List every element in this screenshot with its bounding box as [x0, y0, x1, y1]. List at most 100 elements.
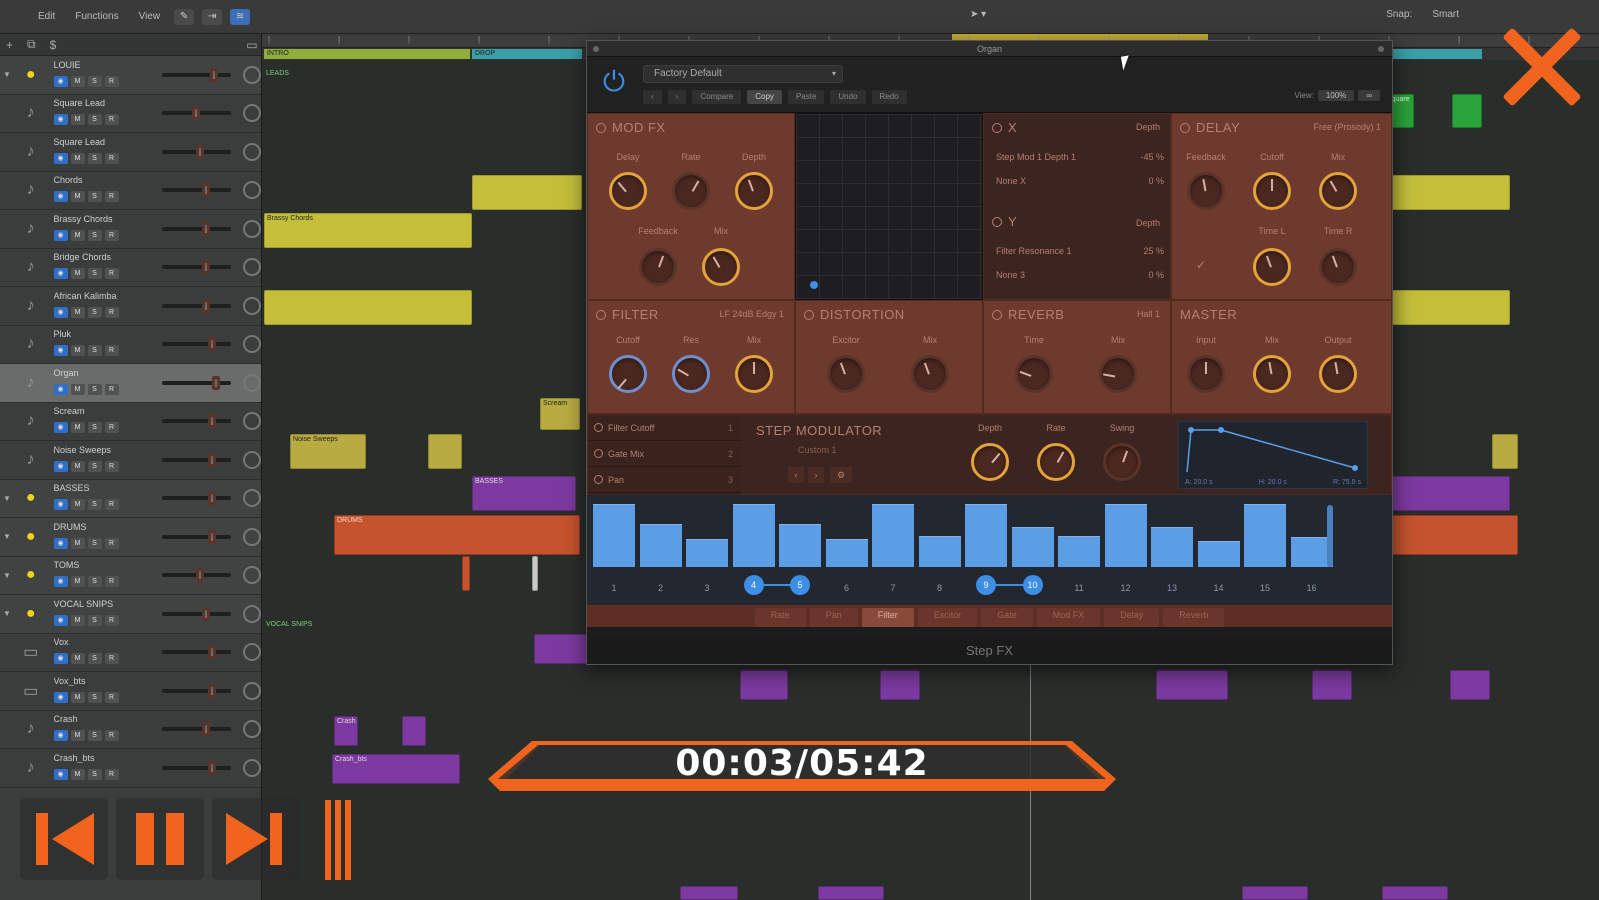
delay-mix-knob[interactable] [1319, 172, 1357, 210]
step-bar[interactable] [686, 539, 728, 567]
marker-intro[interactable]: INTRO [264, 49, 470, 59]
pointer-tool-icon[interactable]: ➤ ▾ [970, 9, 986, 20]
track-name[interactable]: Chords [54, 175, 164, 185]
rec-enable-button[interactable]: ◉ [53, 383, 68, 395]
solo-button[interactable]: S [87, 730, 102, 742]
volume-fader[interactable] [162, 144, 232, 159]
solo-button[interactable]: S [87, 306, 102, 318]
solo-button[interactable]: S [87, 768, 102, 780]
modfx-delay-knob[interactable] [609, 172, 647, 210]
input-monitor-button[interactable]: R [104, 75, 119, 87]
step-number[interactable]: 8 [929, 583, 951, 593]
rec-enable-button[interactable]: ◉ [53, 75, 68, 87]
step-bar[interactable] [965, 504, 1007, 567]
rec-enable-button[interactable]: ◉ [53, 422, 68, 434]
rec-enable-button[interactable]: ◉ [53, 614, 68, 626]
track-row[interactable]: ▼ ● DRUMS ◉ M S R [0, 518, 262, 557]
copy-button[interactable]: Copy [747, 90, 782, 104]
region-scream[interactable]: Scream [540, 398, 580, 430]
track-row[interactable]: ♪ Noise Sweeps ◉ M S R [0, 441, 262, 480]
mute-button[interactable]: M [70, 345, 85, 357]
mute-button[interactable]: M [70, 768, 85, 780]
add-track-icon[interactable]: + [6, 38, 13, 52]
track-row[interactable]: ♪ Bridge Chords ◉ M S R [0, 249, 262, 287]
region-vox-5[interactable] [1312, 670, 1352, 700]
rec-enable-button[interactable]: ◉ [53, 114, 68, 126]
catch-icon[interactable]: ⇥ [202, 8, 223, 25]
track-row[interactable]: ♪ Crash ◉ M S R [0, 711, 262, 749]
volume-fader[interactable] [162, 260, 232, 275]
step-bar[interactable] [639, 524, 682, 567]
mute-button[interactable]: M [70, 422, 85, 434]
track-name[interactable]: Square Lead [54, 98, 164, 108]
solo-button[interactable]: S [87, 691, 102, 703]
step-bar[interactable] [1104, 504, 1147, 567]
track-row[interactable]: ▼ ● VOCAL SNIPS ◉ M S R [0, 595, 262, 634]
volume-fader[interactable] [162, 337, 232, 352]
preset-selector[interactable]: Factory Default ▾ [643, 65, 843, 83]
region-bottom-4[interactable] [1382, 886, 1448, 900]
track-name[interactable]: Brassy Chords [54, 214, 164, 224]
step-number[interactable]: 13 [1161, 583, 1183, 593]
pan-knob[interactable] [243, 335, 262, 354]
step-bar[interactable] [1151, 527, 1193, 567]
pan-knob[interactable] [243, 219, 262, 238]
disclosure-triangle-icon[interactable]: ▼ [0, 494, 14, 503]
step-rate-knob[interactable] [1037, 443, 1075, 481]
solo-button[interactable]: S [87, 383, 102, 395]
rec-enable-button[interactable]: ◉ [53, 191, 68, 203]
track-options-icon[interactable]: $ [50, 38, 57, 52]
disclosure-triangle-icon[interactable]: ▼ [0, 70, 14, 79]
mute-button[interactable]: M [70, 614, 85, 626]
disclosure-triangle-icon[interactable]: ▼ [0, 571, 14, 580]
marker-drop[interactable]: DROP [472, 49, 582, 59]
next-preset-icon[interactable]: › [667, 90, 687, 104]
track-name[interactable]: Vox [54, 637, 164, 647]
y-mod-row-2[interactable]: None 30 % [996, 270, 1164, 280]
disclosure-triangle-icon[interactable]: ▼ [0, 532, 14, 541]
pan-knob[interactable] [243, 296, 262, 315]
volume-fader[interactable] [162, 645, 232, 660]
track-row[interactable]: ♪ Crash_bts ◉ M S R [0, 749, 262, 788]
track-row[interactable]: ♪ Brassy Chords ◉ M S R [0, 210, 262, 249]
mute-button[interactable]: M [70, 499, 85, 511]
marker-right[interactable] [1392, 49, 1482, 59]
volume-fader[interactable] [162, 298, 232, 313]
tab-reverb[interactable]: Reverb [1163, 608, 1225, 627]
y-mod-row-1[interactable]: Filter Resonance 1 25 % [996, 246, 1164, 256]
xy-pad-point[interactable] [810, 281, 818, 289]
input-monitor-button[interactable]: R [104, 191, 119, 203]
pan-knob[interactable] [243, 142, 262, 161]
input-monitor-button[interactable]: R [104, 691, 119, 703]
volume-fader[interactable] [162, 683, 232, 698]
input-monitor-button[interactable]: R [104, 460, 119, 472]
region-crash[interactable]: Crash [334, 716, 358, 746]
view-zoom-select[interactable]: 100% [1317, 90, 1355, 101]
track-row[interactable]: ▭ Vox ◉ M S R [0, 634, 262, 672]
filter-type[interactable]: LF 24dB Edgy 1 [719, 309, 784, 319]
step-mod-prev-icon[interactable]: ‹ [788, 467, 804, 483]
compare-button[interactable]: Compare [692, 90, 742, 104]
rec-enable-button[interactable]: ◉ [53, 691, 68, 703]
track-name[interactable]: TOMS [54, 560, 164, 570]
step-bar[interactable] [593, 504, 635, 567]
track-row[interactable]: ♪ Square Lead ◉ M S R [0, 133, 262, 172]
input-monitor-button[interactable]: R [104, 268, 119, 280]
mute-button[interactable]: M [70, 191, 85, 203]
filter-res-knob[interactable] [672, 355, 710, 393]
mute-button[interactable]: M [70, 75, 85, 87]
track-row[interactable]: ♪ Square Lead ◉ M S R [0, 95, 262, 133]
step-number[interactable]: 6 [836, 583, 858, 593]
rec-enable-button[interactable]: ◉ [53, 306, 68, 318]
distortion-excitor-knob[interactable] [827, 355, 865, 393]
pan-knob[interactable] [243, 412, 262, 431]
input-monitor-button[interactable]: R [104, 345, 119, 357]
tab-gate[interactable]: Gate [981, 608, 1033, 627]
y-power-icon[interactable] [992, 216, 1002, 227]
solo-button[interactable]: S [87, 345, 102, 357]
mute-button[interactable]: M [70, 730, 85, 742]
solo-button[interactable]: S [87, 576, 102, 588]
master-input-knob[interactable] [1187, 355, 1225, 393]
step-number[interactable]: 4 [743, 575, 764, 595]
delay-feedback-knob[interactable] [1187, 172, 1225, 210]
